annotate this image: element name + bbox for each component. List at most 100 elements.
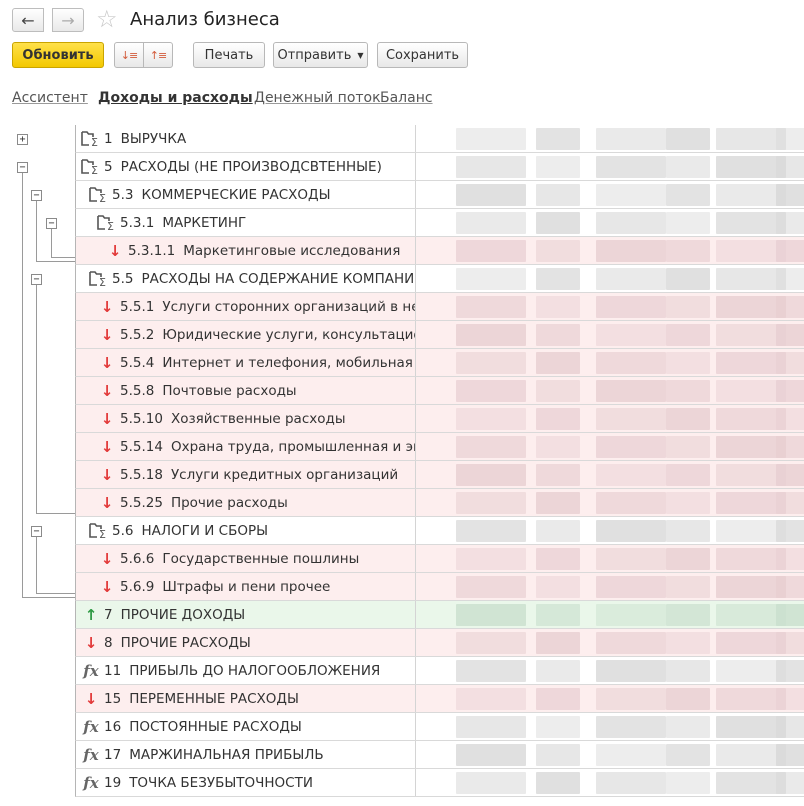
row-label-cell: ↑ 7 ПРОЧИЕ ДОХОДЫ bbox=[76, 601, 416, 628]
collapse-toggle[interactable]: − bbox=[31, 274, 42, 285]
redacted-value bbox=[456, 324, 526, 346]
collapse-toggle[interactable]: − bbox=[17, 162, 28, 173]
table-row[interactable]: ↓ 5.5.2 Юридические услуги, консультационн… bbox=[75, 321, 804, 349]
back-button[interactable]: ← bbox=[12, 8, 44, 32]
row-title: МАРКЕТИНГ bbox=[162, 214, 247, 231]
table-row[interactable]: fx 17 МАРЖИНАЛЬНАЯ ПРИБЫЛЬ bbox=[75, 741, 804, 769]
row-title: Услуги кредитных организаций bbox=[170, 466, 399, 483]
redacted-value bbox=[666, 548, 710, 570]
collapse-toggle[interactable]: − bbox=[46, 218, 57, 229]
redacted-value bbox=[456, 240, 526, 262]
redacted-value bbox=[776, 436, 804, 458]
table-row[interactable]: ↓ 5.5.8 Почтовые расходы bbox=[75, 377, 804, 405]
arrow-down-icon: ↓ bbox=[100, 493, 114, 512]
redacted-value bbox=[596, 436, 666, 458]
row-label-cell: fx 19 ТОЧКА БЕЗУБЫТОЧНОСТИ bbox=[76, 769, 416, 796]
refresh-button[interactable]: Обновить bbox=[12, 42, 104, 68]
table-row[interactable]: fx 11 ПРИБЫЛЬ ДО НАЛОГООБЛОЖЕНИЯ bbox=[75, 657, 804, 685]
row-values-redacted bbox=[416, 349, 804, 376]
sort-ascending-icon: ↓≡ bbox=[120, 48, 138, 62]
table-row[interactable]: Σ 5.3 КОММЕРЧЕСКИЕ РАСХОДЫ bbox=[75, 181, 804, 209]
row-code: 16 bbox=[104, 718, 122, 735]
table-row[interactable]: ↓ 5.5.4 Интернет и телефония, мобильная св… bbox=[75, 349, 804, 377]
redacted-value bbox=[456, 408, 526, 430]
table-row[interactable]: ↓ 5.5.10 Хозяйственные расходы bbox=[75, 405, 804, 433]
table-row[interactable]: Σ 5.5 РАСХОДЫ НА СОДЕРЖАНИЕ КОМПАНИИ bbox=[75, 265, 804, 293]
print-button[interactable]: Печать bbox=[193, 42, 265, 68]
redacted-value bbox=[666, 492, 710, 514]
redacted-value bbox=[596, 576, 666, 598]
send-label: Отправить bbox=[277, 47, 352, 63]
redacted-value bbox=[776, 128, 804, 150]
redacted-value bbox=[456, 548, 526, 570]
row-title: Прочие расходы bbox=[170, 494, 288, 511]
tab-assistant[interactable]: Ассистент bbox=[12, 88, 88, 108]
table-row[interactable]: ↑ 7 ПРОЧИЕ ДОХОДЫ bbox=[75, 601, 804, 629]
table-row[interactable]: ↓ 15 ПЕРЕМЕННЫЕ РАСХОДЫ bbox=[75, 685, 804, 713]
sort-ascending-button[interactable]: ↓≡ bbox=[114, 42, 144, 68]
redacted-value bbox=[536, 296, 580, 318]
row-label-cell: ↓ 5.6.6 Государственные пошлины bbox=[76, 545, 416, 572]
redacted-value bbox=[776, 352, 804, 374]
row-values-redacted bbox=[416, 573, 804, 600]
table-row[interactable]: ↓ 5.5.14 Охрана труда, промышленная и экол… bbox=[75, 433, 804, 461]
table-row[interactable]: Σ 1 ВЫРУЧКА bbox=[75, 125, 804, 153]
report-tree-table: + − − − − − Σ 1 ВЫРУЧКА Σ 5 РАСХОДЫ (НЕ ПРОИЗВОДСВ… bbox=[0, 125, 804, 806]
sum-folder-icon: Σ bbox=[80, 130, 102, 147]
row-title: РАСХОДЫ (НЕ ПРОИЗВОДСВТЕННЫЕ) bbox=[120, 158, 382, 175]
row-code: 19 bbox=[104, 774, 122, 791]
redacted-value bbox=[776, 772, 804, 794]
row-title: ВЫРУЧКА bbox=[120, 130, 187, 147]
row-title: НАЛОГИ И СБОРЫ bbox=[141, 522, 269, 539]
favorite-star-icon[interactable]: ☆ bbox=[96, 4, 118, 34]
row-label-cell: ↓ 5.3.1.1 Маркетинговые исследования bbox=[76, 237, 416, 264]
row-label-cell: Σ 1 ВЫРУЧКА bbox=[76, 125, 416, 152]
table-row[interactable]: fx 19 ТОЧКА БЕЗУБЫТОЧНОСТИ bbox=[75, 769, 804, 797]
sort-descending-button[interactable]: ↑≡ bbox=[143, 42, 173, 68]
table-row[interactable]: ↓ 5.6.6 Государственные пошлины bbox=[75, 545, 804, 573]
collapse-toggle[interactable]: − bbox=[31, 526, 42, 537]
redacted-value bbox=[456, 604, 526, 626]
row-title: Охрана труда, промышленная и экологическ… bbox=[170, 438, 415, 455]
table-row[interactable]: ↓ 5.5.1 Услуги сторонних организаций в неп… bbox=[75, 293, 804, 321]
redacted-value bbox=[776, 240, 804, 262]
expand-toggle[interactable]: + bbox=[17, 134, 28, 145]
table-row[interactable]: ↓ 5.5.25 Прочие расходы bbox=[75, 489, 804, 517]
save-button[interactable]: Сохранить bbox=[377, 42, 468, 68]
redacted-value bbox=[666, 408, 710, 430]
redacted-value bbox=[596, 548, 666, 570]
row-title: ПЕРЕМЕННЫЕ РАСХОДЫ bbox=[129, 690, 299, 707]
row-values-redacted bbox=[416, 489, 804, 516]
table-row[interactable]: Σ 5 РАСХОДЫ (НЕ ПРОИЗВОДСВТЕННЫЕ) bbox=[75, 153, 804, 181]
redacted-value bbox=[536, 436, 580, 458]
redacted-value bbox=[776, 380, 804, 402]
redacted-value bbox=[776, 408, 804, 430]
table-row[interactable]: Σ 5.6 НАЛОГИ И СБОРЫ bbox=[75, 517, 804, 545]
arrow-down-icon: ↓ bbox=[100, 437, 114, 456]
tab-income-expenses[interactable]: Доходы и расходы bbox=[98, 88, 253, 108]
row-label-cell: fx 11 ПРИБЫЛЬ ДО НАЛОГООБЛОЖЕНИЯ bbox=[76, 657, 416, 684]
table-row[interactable]: Σ 5.3.1 МАРКЕТИНГ bbox=[75, 209, 804, 237]
row-title: ПРОЧИЕ ДОХОДЫ bbox=[120, 606, 246, 623]
table-row[interactable]: ↓ 5.3.1.1 Маркетинговые исследования bbox=[75, 237, 804, 265]
send-dropdown-button[interactable]: Отправить ▼ bbox=[273, 42, 368, 68]
redacted-value bbox=[666, 324, 710, 346]
arrow-down-icon: ↓ bbox=[84, 689, 98, 708]
table-row[interactable]: ↓ 8 ПРОЧИЕ РАСХОДЫ bbox=[75, 629, 804, 657]
table-row[interactable]: ↓ 5.5.18 Услуги кредитных организаций bbox=[75, 461, 804, 489]
redacted-value bbox=[536, 128, 580, 150]
table-row[interactable]: fx 16 ПОСТОЯННЫЕ РАСХОДЫ bbox=[75, 713, 804, 741]
tab-balance[interactable]: Баланс bbox=[380, 88, 433, 108]
redacted-value bbox=[456, 716, 526, 738]
tab-cash-flow[interactable]: Денежный поток bbox=[254, 88, 381, 108]
forward-button[interactable]: → bbox=[52, 8, 84, 32]
redacted-value bbox=[666, 380, 710, 402]
redacted-value bbox=[456, 380, 526, 402]
formula-fx-icon: fx bbox=[83, 773, 99, 792]
table-row[interactable]: ↓ 5.6.9 Штрафы и пени прочее bbox=[75, 573, 804, 601]
sum-folder-icon: Σ bbox=[80, 158, 102, 175]
collapse-toggle[interactable]: − bbox=[31, 190, 42, 201]
row-title: ПРИБЫЛЬ ДО НАЛОГООБЛОЖЕНИЯ bbox=[129, 662, 381, 679]
redacted-value bbox=[456, 520, 526, 542]
redacted-value bbox=[596, 408, 666, 430]
